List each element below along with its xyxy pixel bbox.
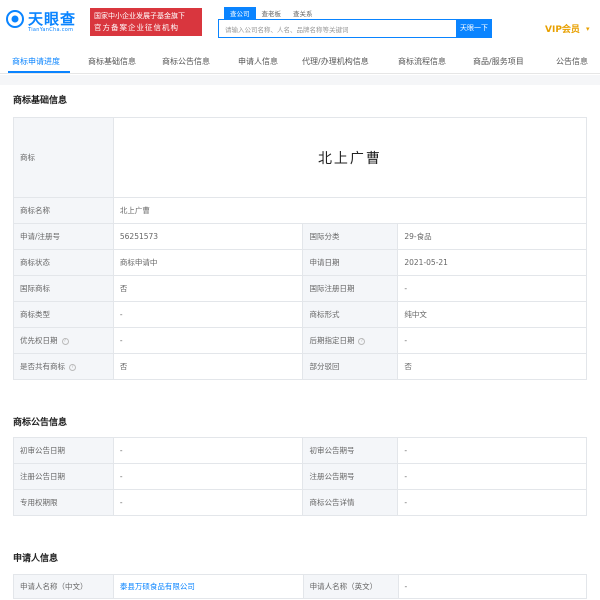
table-row: 是否共有商标? 否 部分驳回 否 [13,353,587,380]
partial-rejection-label: 部分驳回 [302,353,399,380]
notice-info-title: 商标公告信息 [13,418,68,428]
table-row: 申请人名称（中文） 泰县万硕食品有限公司 申请人名称（英文） - [13,574,588,599]
intl-trademark-label: 国际商标 [13,275,114,302]
tab-notice-info[interactable]: 商标公告信息 [162,56,210,67]
notice-details-label: 商标公告详情 [302,489,399,516]
search-tab-boss[interactable]: 查老板 [256,7,288,19]
intl-class-label: 国际分类 [302,223,399,250]
trademark-label: 商标 [13,117,114,198]
status-label: 商标状态 [13,249,114,276]
prelim-notice-issue-label: 初审公告期号 [302,437,399,464]
basic-info-table: 商标 北上广曹 商标名称 北上广曹 申请/注册号 56251573 国际分类 2… [13,117,588,380]
tab-basic-info[interactable]: 商标基础信息 [88,56,136,67]
search-tab-company[interactable]: 查公司 [224,7,256,19]
vip-member-link[interactable]: VIP会员 [545,22,580,35]
intl-trademark-value: 否 [112,275,304,302]
trademark-form-label: 商标形式 [302,301,399,328]
table-row: 优先权日期? - 后期指定日期? - [13,327,587,354]
partial-rejection-value: 否 [397,353,587,380]
priority-date-label: 优先权日期 [20,336,58,345]
intl-class-value: 29-食品 [397,223,587,250]
intl-registration-date-value: - [397,275,587,302]
shared-trademark-value: 否 [112,353,304,380]
table-row: 初审公告日期 - 初审公告期号 - [13,437,587,464]
basic-info-title: 商标基础信息 [13,96,68,106]
registration-notice-date-label: 注册公告日期 [13,463,114,490]
status-value: 商标申请中 [112,249,304,276]
section-tabs: 商标申请进度 商标基础信息 商标公告信息 申请人信息 代理/办理机构信息 商标流… [0,50,600,74]
eye-logo-icon [6,10,24,28]
tab-applicant-info[interactable]: 申请人信息 [238,56,278,67]
application-number-value: 56251573 [112,223,304,250]
trademark-name-value: 北上广曹 [112,197,588,224]
site-logo[interactable]: 天眼查 TianYanCha.com [6,8,84,36]
chevron-down-icon[interactable]: ▾ [586,25,590,33]
registration-notice-issue-label: 注册公告期号 [302,463,399,490]
search-tab-relation[interactable]: 查关系 [287,7,319,19]
table-row: 专用权期限 - 商标公告详情 - [13,489,587,516]
registration-notice-date-value: - [112,463,304,490]
applicant-info-title: 申请人信息 [13,554,59,564]
tab-application-progress[interactable]: 商标申请进度 [12,56,60,67]
search-input[interactable]: 请输入公司名称、人名、品牌名称等关键词 [218,19,458,38]
trademark-image: 北上广曹 [317,150,382,167]
help-icon[interactable]: ? [69,363,76,371]
shared-trademark-label: 是否共有商标 [20,362,65,371]
prelim-notice-date-value: - [112,437,304,464]
table-row: 国际商标 否 国际注册日期 - [13,275,587,302]
tab-process-info[interactable]: 商标流程信息 [398,56,446,67]
trademark-type-label: 商标类型 [13,301,114,328]
exclusive-right-term-value: - [112,489,304,516]
table-row: 注册公告日期 - 注册公告期号 - [13,463,587,490]
applicant-name-en-label: 申请人名称（英文） [302,574,399,599]
notice-details-value: - [397,489,587,516]
trademark-type-value: - [112,301,304,328]
table-row: 商标状态 商标申请中 申请日期 2021-05-21 [13,249,587,276]
logo-text: 天眼查 [28,10,77,28]
intl-registration-date-label: 国际注册日期 [302,275,399,302]
promo-line-1: 国家中小企业发展子基金旗下 [94,12,185,20]
table-row: 商标类型 - 商标形式 纯中文 [13,301,587,328]
help-icon[interactable]: ? [358,337,366,345]
trademark-form-value: 纯中文 [397,301,587,328]
applicant-name-en-value: - [397,574,588,599]
exclusive-right-term-label: 专用权期限 [13,489,114,516]
priority-date-value: - [112,327,304,354]
trademark-image-row: 商标 北上广曹 [13,117,588,198]
later-designation-date-label: 后期指定日期 [309,336,355,345]
registration-notice-issue-value: - [397,463,587,490]
promo-line-2: 官方备案企业征信机构 [94,23,179,32]
trademark-image-cell: 北上广曹 [112,117,588,198]
prelim-notice-date-label: 初审公告日期 [13,437,114,464]
table-row: 商标名称 北上广曹 [13,197,588,224]
application-date-value: 2021-05-21 [397,249,587,276]
tab-announcements[interactable]: 公告信息 [556,56,588,67]
search-button[interactable]: 天眼一下 [456,19,492,38]
application-number-label: 申请/注册号 [13,223,114,250]
logo-subtext: TianYanCha.com [28,27,74,33]
search-type-tabs: 查公司 查老板 查关系 [224,7,319,19]
table-row: 申请/注册号 56251573 国际分类 29-食品 [13,223,587,250]
application-date-label: 申请日期 [302,249,399,276]
top-header: 天眼查 TianYanCha.com 国家中小企业发展子基金旗下 官方备案企业征… [0,0,600,44]
tab-goods-services[interactable]: 商品/服务项目 [473,56,524,67]
notice-info-table: 初审公告日期 - 初审公告期号 - 注册公告日期 - 注册公告期号 - 专用权期… [13,437,587,516]
promo-banner[interactable]: 国家中小企业发展子基金旗下 官方备案企业征信机构 [90,8,202,36]
prelim-notice-issue-value: - [397,437,587,464]
trademark-name-label: 商标名称 [13,197,114,224]
help-icon[interactable]: ? [61,337,69,345]
later-designation-date-value: - [397,327,587,354]
active-tab-indicator [8,71,70,73]
applicant-info-table: 申请人名称（中文） 泰县万硕食品有限公司 申请人名称（英文） - [13,574,588,599]
section-divider [0,75,600,85]
applicant-name-cn-label: 申请人名称（中文） [13,574,114,599]
tab-agency-info[interactable]: 代理/办理机构信息 [302,56,369,67]
applicant-name-cn-link[interactable]: 泰县万硕食品有限公司 [120,582,195,591]
